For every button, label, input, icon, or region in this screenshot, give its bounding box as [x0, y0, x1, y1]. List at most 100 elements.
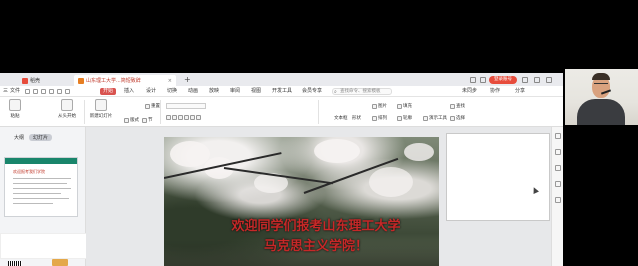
animation-pane-icon[interactable]: [555, 149, 561, 155]
paste-button[interactable]: 粘贴: [2, 99, 28, 119]
select-button[interactable]: 选择: [450, 115, 465, 121]
layout-button[interactable]: 版式: [124, 117, 139, 123]
outline-icon: [397, 115, 402, 121]
arrange-label: 排列: [378, 116, 387, 121]
menu-slideshow[interactable]: 放映: [209, 88, 219, 95]
undo-icon[interactable]: [57, 89, 62, 94]
menu-review[interactable]: 审阅: [230, 88, 240, 95]
preview-icon[interactable]: [49, 89, 54, 94]
shape-pane-icon[interactable]: [555, 165, 561, 171]
menu-file[interactable]: 文件: [10, 88, 20, 95]
tab-outline[interactable]: 大纲: [14, 134, 24, 141]
menu-animation[interactable]: 动画: [188, 88, 198, 95]
login-badge[interactable]: 登录账号: [489, 76, 517, 84]
presenter-body: [577, 99, 625, 125]
minimize-icon[interactable]: [522, 77, 528, 83]
presenter-glasses: [594, 83, 608, 86]
select-label: 选择: [456, 116, 465, 121]
current-slide[interactable]: 欢迎同学们报考山东理工大学 马克思主义学院！: [164, 137, 439, 266]
right-sidebar: [551, 127, 563, 266]
close-window-icon[interactable]: [546, 77, 552, 83]
pane-tabs: 大纲 幻灯片: [14, 134, 53, 141]
blossom-cluster: [314, 139, 360, 163]
presentation-tools-button[interactable]: 演示工具: [423, 115, 447, 121]
properties-icon[interactable]: [555, 133, 561, 139]
collaborate-button[interactable]: 协作: [490, 88, 500, 95]
shape-button[interactable]: 形状: [352, 115, 361, 121]
tools-icon: [423, 115, 428, 121]
thumbnail-text-line: [13, 198, 69, 199]
search-icon: ⌕: [334, 89, 337, 95]
ribbon-separator: [318, 100, 319, 124]
new-slide-icon: [95, 99, 107, 111]
arrange-icon: [372, 115, 377, 121]
outline-button[interactable]: 轮廓: [397, 115, 412, 121]
format-pane-icon[interactable]: [555, 181, 561, 187]
new-slide-label: 新建幻灯片: [89, 114, 113, 119]
menu-view[interactable]: 视图: [251, 88, 261, 95]
picture-label: 图片: [378, 104, 387, 109]
blossom-cluster: [369, 167, 413, 197]
menu-transition[interactable]: 切换: [167, 88, 177, 95]
thumbnail-title: 欢迎报考我们学院: [13, 169, 45, 174]
slide-title-line-1[interactable]: 欢迎同学们报考山东理工大学: [196, 215, 436, 234]
ribbon-separator: [84, 100, 85, 124]
font-name-box: [166, 103, 206, 109]
tab-bar: 稻壳 山东理工大学...简短致辞 × + 登录账号: [0, 73, 563, 86]
picture-icon: [372, 103, 377, 109]
wps-window: 稻壳 山东理工大学...简短致辞 × + 登录账号 三 文件 开始 插入 设计 …: [0, 73, 563, 266]
tab-home-label: 稻壳: [30, 78, 41, 84]
image-thumbnail[interactable]: [52, 259, 68, 266]
tab-home[interactable]: 稻壳: [18, 75, 66, 86]
arrange-button[interactable]: 排列: [372, 115, 387, 121]
picture-button[interactable]: 图片: [372, 103, 387, 109]
thumbnail-text-line: [13, 193, 61, 194]
menu-home[interactable]: 开始: [100, 88, 117, 95]
save-icon[interactable]: [25, 89, 30, 94]
presentation-tools-label: 演示工具: [429, 116, 447, 121]
new-slide-button[interactable]: 新建幻灯片: [88, 99, 114, 119]
window-list-icon[interactable]: [470, 77, 476, 83]
new-tab-button[interactable]: +: [184, 75, 191, 85]
find-button[interactable]: 查找: [450, 103, 465, 109]
close-tab-icon[interactable]: ×: [168, 78, 172, 84]
section-button[interactable]: 节: [142, 117, 153, 123]
section-label: 节: [148, 118, 153, 123]
command-search-input[interactable]: ⌕ 查找命令、搜索模板: [332, 88, 392, 95]
font-name-select[interactable]: [166, 103, 206, 109]
reset-button[interactable]: 重置: [145, 103, 160, 109]
ppt-file-icon: [78, 77, 84, 84]
qr-code-thumbnail[interactable]: [8, 261, 22, 266]
maximize-icon[interactable]: [534, 77, 540, 83]
menu-member[interactable]: 会员专享: [302, 88, 322, 95]
skin-icon[interactable]: [480, 77, 486, 83]
right-float-panel[interactable]: [446, 133, 550, 221]
select-icon: [450, 115, 455, 121]
slide-thumbnail[interactable]: 欢迎报考我们学院: [4, 157, 78, 217]
from-start-button[interactable]: 从头开始: [54, 99, 80, 119]
bold-italic-group[interactable]: [166, 115, 201, 120]
help-icon[interactable]: [555, 197, 561, 203]
slide-title-line-2[interactable]: 马克思主义学院！: [196, 235, 436, 254]
menu-insert[interactable]: 插入: [124, 88, 134, 95]
find-icon: [450, 103, 455, 109]
tab-document[interactable]: 山东理工大学...简短致辞 ×: [74, 75, 176, 86]
menu-developer[interactable]: 开发工具: [272, 88, 292, 95]
tab-document-label: 山东理工大学...简短致辞: [86, 78, 141, 84]
thumbnail-text-line: [13, 183, 67, 184]
menu-design[interactable]: 设计: [146, 88, 156, 95]
ribbon-separator: [160, 100, 161, 124]
print-icon[interactable]: [41, 89, 46, 94]
tab-slides[interactable]: 幻灯片: [29, 134, 53, 141]
fill-label: 填充: [403, 104, 412, 109]
redo-icon[interactable]: [65, 89, 70, 94]
overlay-panel: [0, 233, 96, 259]
textbox-button[interactable]: 文本框: [334, 115, 348, 121]
export-icon[interactable]: [33, 89, 38, 94]
fill-button[interactable]: 填充: [397, 103, 412, 109]
unsynced-status[interactable]: 未同步: [462, 88, 477, 95]
thumbnail-text-line: [13, 178, 71, 179]
share-button[interactable]: 分享: [515, 88, 525, 95]
section-icon: [142, 117, 147, 123]
menu-hamburger[interactable]: 三: [3, 88, 8, 95]
